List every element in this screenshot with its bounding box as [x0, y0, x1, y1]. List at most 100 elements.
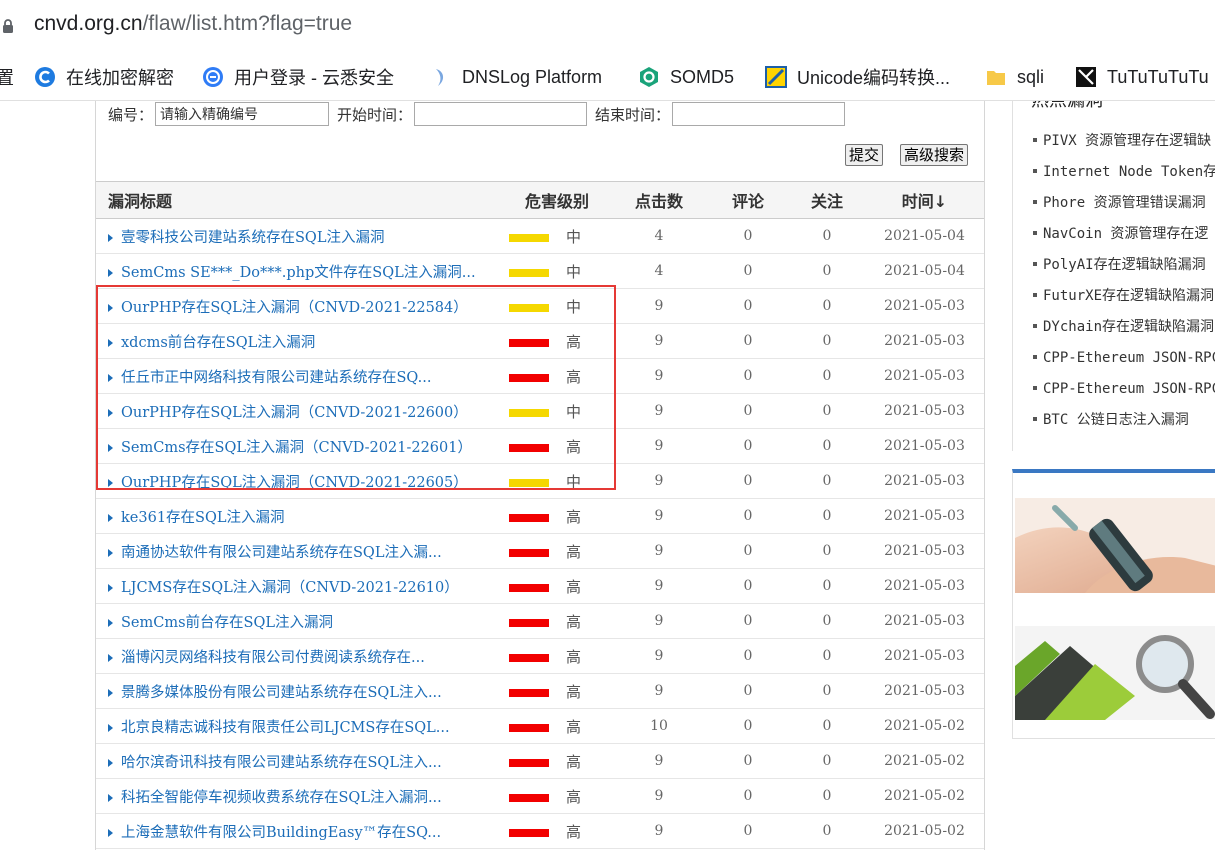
col-title-header[interactable]: 漏洞标题 — [96, 181, 503, 219]
title-cell: LJCMS存在SQL注入漏洞（CNVD-2021-22610） — [96, 568, 503, 604]
hot-list-item[interactable]: CPP-Ethereum JSON-RPC存 — [1033, 372, 1215, 403]
bookmark-item[interactable]: 置 — [0, 64, 14, 90]
follows-cell: 0 — [789, 813, 865, 849]
table-row[interactable]: 淄博闪灵网络科技有限公司付费阅读系统存在... 高 9 0 0 2021-05-03 — [96, 638, 984, 674]
clicks-cell: 9 — [611, 743, 707, 779]
hot-list-item[interactable]: FuturXE存在逻辑缺陷漏洞 — [1033, 279, 1215, 310]
severity-level: 高 — [566, 787, 582, 806]
hot-list-item[interactable]: DYchain存在逻辑缺陷漏洞 — [1033, 310, 1215, 341]
table-row[interactable]: 任丘市正中网络科技有限公司建站系统存在SQ... 高 9 0 0 2021-05-03 — [96, 358, 984, 394]
table-row[interactable]: 壹零科技公司建站系统存在SQL注入漏洞中 4 0 0 2021-05-04 — [96, 218, 984, 254]
vulnerability-link[interactable]: 景腾多媒体股份有限公司建站系统存在SQL注入... — [121, 685, 442, 701]
vulnerability-link[interactable]: xdcms前台存在SQL注入漏洞 — [121, 335, 315, 351]
follows-cell: 0 — [789, 323, 865, 359]
vulnerability-link[interactable]: 南通协达软件有限公司建站系统存在SQL注入漏... — [121, 545, 442, 561]
bookmark-label: 用户登录 - 云悉安全 — [234, 68, 394, 88]
severity-level: 高 — [566, 437, 582, 456]
bookmark-item[interactable]: 用户登录 - 云悉安全 — [202, 64, 394, 90]
hot-list-item[interactable]: Phore 资源管理错误漏洞 — [1033, 186, 1215, 217]
vulnerability-link[interactable]: 淄博闪灵网络科技有限公司付费阅读系统存在... — [121, 650, 425, 666]
bookmark-item[interactable]: sqli — [985, 64, 1044, 90]
hot-list-item[interactable]: CPP-Ethereum JSON-RPC存 — [1033, 341, 1215, 372]
clicks-cell: 9 — [611, 533, 707, 569]
table-row[interactable]: OurPHP存在SQL注入漏洞（CNVD-2021-22584）中 9 0 0 2021… — [96, 288, 984, 324]
col-follows-header[interactable]: 关注 — [789, 181, 865, 219]
follows-cell: 0 — [789, 603, 865, 639]
date-cell: 2021-05-03 — [865, 673, 984, 709]
bookmark-item[interactable]: SOMD5 — [638, 64, 734, 90]
table-row[interactable]: xdcms前台存在SQL注入漏洞高 9 0 0 2021-05-03 — [96, 323, 984, 359]
lock-icon[interactable] — [2, 18, 14, 34]
severity-bar — [509, 794, 549, 802]
severity-bar — [509, 654, 549, 662]
vulnerability-link[interactable]: 任丘市正中网络科技有限公司建站系统存在SQ... — [121, 370, 431, 386]
address-bar[interactable]: cnvd.org.cn/flaw/list.htm?flag=true — [0, 0, 1215, 52]
submit-button[interactable]: 提交 — [845, 144, 884, 166]
vulnerability-link[interactable]: 上海金慧软件有限公司BuildingEasy™存在SQ... — [121, 825, 441, 841]
col-time-header[interactable]: 时间↓ — [865, 181, 984, 219]
severity-level: 中 — [566, 297, 582, 316]
table-row[interactable]: 南通协达软件有限公司建站系统存在SQL注入漏... 高 9 0 0 2021-05-03 — [96, 533, 984, 569]
hot-list-item[interactable]: Internet Node Token存在 — [1033, 155, 1215, 186]
severity-level: 高 — [566, 822, 582, 841]
vulnerability-link[interactable]: OurPHP存在SQL注入漏洞（CNVD-2021-22584） — [121, 300, 468, 316]
table-row[interactable]: 科拓全智能停车视频收费系统存在SQL注入漏洞... 高 9 0 0 2021-05-02 — [96, 778, 984, 814]
table-row[interactable]: OurPHP存在SQL注入漏洞（CNVD-2021-22600）中 9 0 0 2021… — [96, 393, 984, 429]
vulnerability-link[interactable]: ke361存在SQL注入漏洞 — [121, 510, 285, 526]
bullet-arrow-icon — [108, 758, 113, 767]
table-row[interactable]: SemCms前台存在SQL注入漏洞高 9 0 0 2021-05-03 — [96, 603, 984, 639]
date-cell: 2021-05-02 — [865, 778, 984, 814]
bookmark-item[interactable]: Unicode编码转换... — [765, 64, 950, 90]
hot-list-item[interactable]: NavCoin 资源管理存在逻 — [1033, 217, 1215, 248]
col-comments-header[interactable]: 评论 — [707, 181, 789, 219]
hot-list-item[interactable]: BTC 公链日志注入漏洞 — [1033, 403, 1215, 434]
pen-hand-image[interactable] — [1015, 498, 1215, 593]
magnifier-image[interactable] — [1015, 626, 1215, 720]
table-row[interactable]: 北京良精志诚科技有限责任公司LJCMS存在SQL... 高 10 0 0 2021-05-… — [96, 708, 984, 744]
table-row[interactable]: SemCms存在SQL注入漏洞（CNVD-2021-22601）高 9 0 0 2021… — [96, 428, 984, 464]
table-row[interactable]: 哈尔滨奇讯科技有限公司建站系统存在SQL注入... 高 9 0 0 2021-05-02 — [96, 743, 984, 779]
vulnerability-link[interactable]: SemCms SE***_Do***.php文件存在SQL注入漏洞... — [121, 265, 476, 281]
vulnerability-link[interactable]: 科拓全智能停车视频收费系统存在SQL注入漏洞... — [121, 790, 442, 806]
vulnerability-link[interactable]: SemCms存在SQL注入漏洞（CNVD-2021-22601） — [121, 440, 472, 456]
bookmark-item[interactable]: DNSLog Platform — [430, 64, 602, 90]
bookmark-item[interactable]: TuTuTuTuTu — [1075, 64, 1209, 90]
clicks-cell: 10 — [611, 708, 707, 744]
bookmark-item[interactable]: 在线加密解密 — [34, 64, 174, 90]
clicks-cell: 9 — [611, 428, 707, 464]
follows-cell: 0 — [789, 393, 865, 429]
vulnerability-link[interactable]: 哈尔滨奇讯科技有限公司建站系统存在SQL注入... — [121, 755, 442, 771]
table-row[interactable]: 上海金慧软件有限公司BuildingEasy™存在SQ... 高 9 0 0 2021-0… — [96, 813, 984, 849]
hot-list-item[interactable]: PIVX 资源管理存在逻辑缺 — [1033, 124, 1215, 155]
clicks-cell: 9 — [611, 463, 707, 499]
table-row[interactable]: LJCMS存在SQL注入漏洞（CNVD-2021-22610）高 9 0 0 2021-… — [96, 568, 984, 604]
comments-cell: 0 — [707, 288, 789, 324]
col-severity-header[interactable]: 危害级别 — [503, 181, 611, 219]
title-cell: SemCms前台存在SQL注入漏洞 — [96, 603, 503, 639]
severity-bar — [509, 269, 549, 277]
vulnerability-link[interactable]: SemCms前台存在SQL注入漏洞 — [121, 615, 333, 631]
vulnerability-link[interactable]: OurPHP存在SQL注入漏洞（CNVD-2021-22605） — [121, 475, 468, 491]
comments-cell: 0 — [707, 673, 789, 709]
vulnerability-link[interactable]: OurPHP存在SQL注入漏洞（CNVD-2021-22600） — [121, 405, 468, 421]
url-text[interactable]: cnvd.org.cn/flaw/list.htm?flag=true — [34, 12, 352, 36]
col-clicks-header[interactable]: 点击数 — [611, 181, 707, 219]
table-row[interactable]: 景腾多媒体股份有限公司建站系统存在SQL注入... 高 9 0 0 2021-05-03 — [96, 673, 984, 709]
comments-cell: 0 — [707, 218, 789, 254]
date-cell: 2021-05-03 — [865, 638, 984, 674]
severity-cell: 高 — [503, 813, 611, 849]
table-row[interactable]: ke361存在SQL注入漏洞高 9 0 0 2021-05-03 — [96, 498, 984, 534]
follows-cell: 0 — [789, 638, 865, 674]
bullet-arrow-icon — [108, 373, 113, 382]
advanced-search-button[interactable]: 高级搜索 — [900, 144, 969, 166]
end-time-input[interactable] — [672, 102, 846, 126]
vulnerability-link[interactable]: LJCMS存在SQL注入漏洞（CNVD-2021-22610） — [121, 580, 459, 596]
hot-list-item[interactable]: PolyAI存在逻辑缺陷漏洞 — [1033, 248, 1215, 279]
table-row[interactable]: OurPHP存在SQL注入漏洞（CNVD-2021-22605）中 9 0 0 2021… — [96, 463, 984, 499]
id-input[interactable] — [155, 102, 330, 126]
vulnerability-link[interactable]: 壹零科技公司建站系统存在SQL注入漏洞 — [121, 230, 384, 246]
table-row[interactable]: SemCms SE***_Do***.php文件存在SQL注入漏洞... 中 4 0 0… — [96, 253, 984, 289]
vulnerability-link[interactable]: 北京良精志诚科技有限责任公司LJCMS存在SQL... — [121, 720, 450, 736]
start-time-input[interactable] — [414, 102, 588, 126]
comments-cell: 0 — [707, 638, 789, 674]
